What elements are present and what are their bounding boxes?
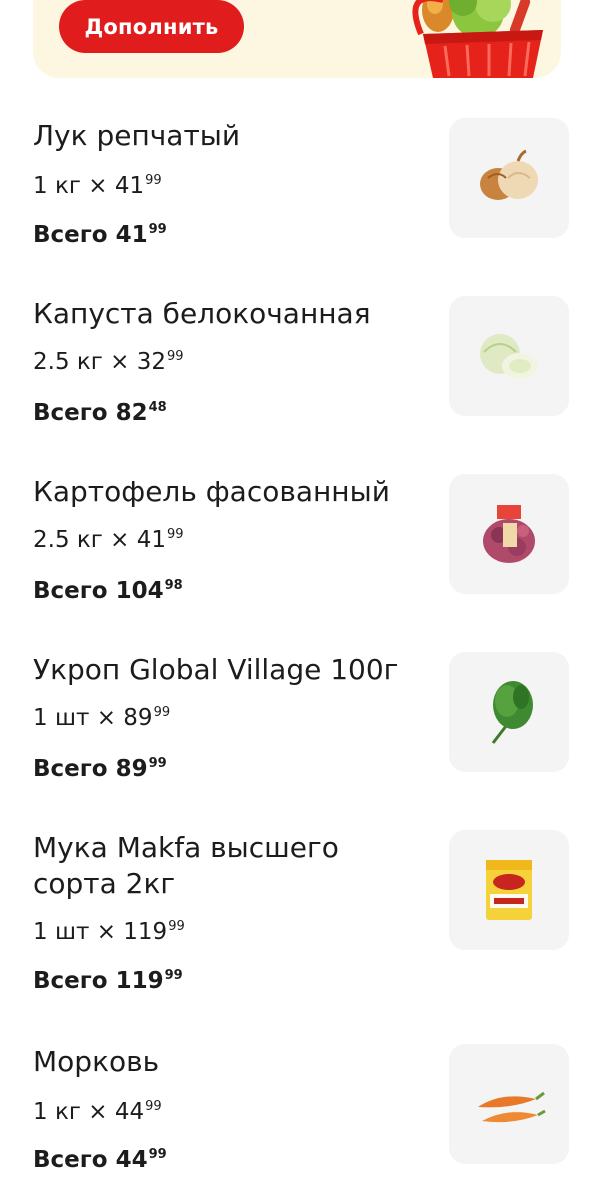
product-name: Капуста белокочанная [33, 297, 371, 330]
product-name: Укроп Global Village 100г [33, 653, 399, 686]
carrot-icon [478, 1091, 546, 1123]
product-image [449, 830, 569, 950]
product-name: Морковь [33, 1045, 160, 1078]
order-details-page: Дополнить Лук репчатый 1 кг × 4199 Всего… [0, 0, 593, 1200]
product-quantity-price: 1 шт × 11999 [33, 919, 185, 945]
promo-banner: Дополнить [33, 0, 561, 78]
product-image [449, 118, 569, 238]
product-total: Всего 8248 [33, 400, 167, 426]
flour-pack-icon [486, 860, 532, 920]
grocery-basket-icon [412, 0, 543, 78]
product-name: Мука Makfa высшего сорта 2кг [33, 831, 339, 900]
cabbage-icon [480, 334, 538, 379]
product-total: Всего 4499 [33, 1147, 167, 1173]
product-image [449, 652, 569, 772]
onion-icon [480, 149, 538, 200]
product-quantity-price: 1 кг × 4499 [33, 1099, 162, 1125]
product-name: Лук репчатый [33, 119, 241, 152]
product-quantity-price: 1 кг × 4199 [33, 173, 162, 199]
product-quantity-price: 2.5 кг × 3299 [33, 349, 184, 375]
dill-icon [491, 681, 533, 744]
product-image [449, 1044, 569, 1164]
top-up-button[interactable]: Дополнить [59, 0, 244, 53]
product-quantity-price: 2.5 кг × 4199 [33, 527, 184, 553]
product-name: Картофель фасованный [33, 475, 390, 508]
product-total: Всего 4199 [33, 222, 167, 248]
product-image [449, 474, 569, 594]
product-total: Всего 8999 [33, 756, 167, 782]
product-image [449, 296, 569, 416]
product-total: Всего 10498 [33, 578, 183, 604]
product-total: Всего 11999 [33, 968, 183, 994]
product-quantity-price: 1 шт × 8999 [33, 705, 171, 731]
potato-bag-icon [483, 505, 535, 563]
